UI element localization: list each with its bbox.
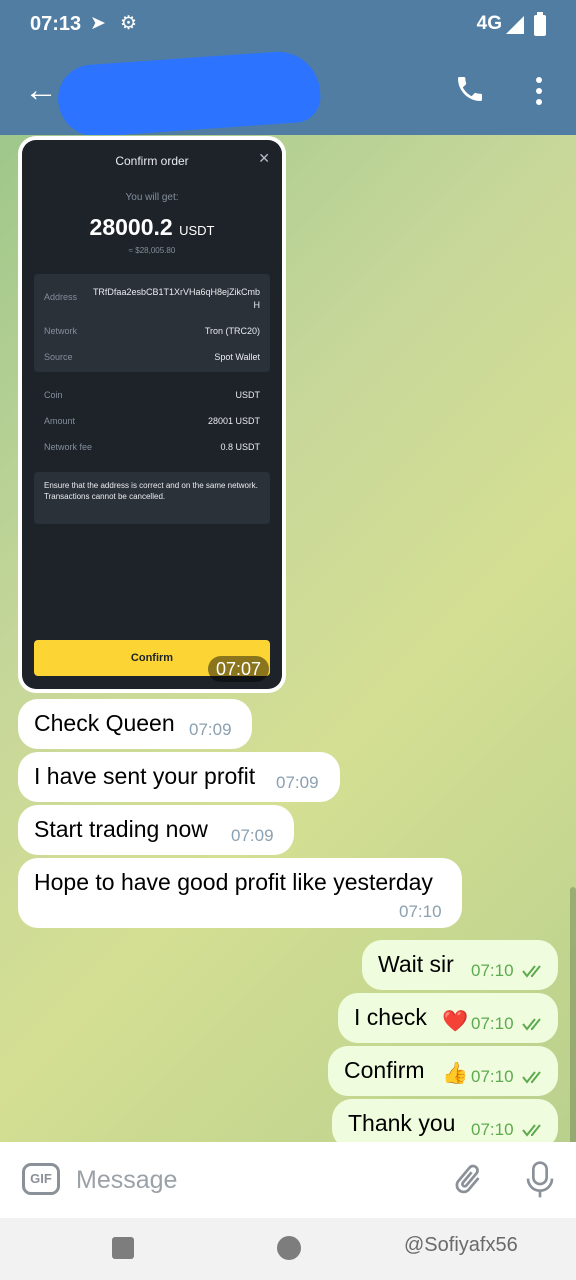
- amount-label: Amount: [44, 416, 76, 426]
- message-text: Check Queen: [34, 710, 175, 736]
- outgoing-message[interactable]: Wait sir 07:10: [362, 940, 558, 990]
- recent-apps-button[interactable]: [112, 1237, 134, 1259]
- signal-icon: [506, 16, 524, 34]
- status-time: 07:13: [30, 13, 82, 35]
- you-will-get-label: You will get:: [125, 192, 179, 203]
- message-text: I check: [354, 1004, 427, 1030]
- message-input-bar: GIF Message: [0, 1142, 576, 1218]
- home-button[interactable]: [277, 1236, 301, 1260]
- source-value: Spot Wallet: [214, 352, 260, 362]
- approx-value: ≈ $28,005.80: [128, 246, 176, 255]
- incoming-message[interactable]: Hope to have good profit like yesterday …: [18, 858, 462, 928]
- message-text: Confirm: [344, 1057, 425, 1083]
- redaction-scribble: [55, 48, 323, 140]
- coin-row: Coin USDT: [44, 390, 260, 400]
- amount-value: 28001 USDT: [207, 416, 260, 426]
- battery-icon: [534, 12, 546, 36]
- fee-label: Network fee: [44, 442, 93, 452]
- incoming-message[interactable]: Start trading now 07:09: [18, 805, 294, 855]
- message-text: Thank you: [348, 1110, 456, 1136]
- message-time: 07:09: [189, 720, 232, 739]
- address-value: TRfDfaa2esbCB1T1XrVHa6qH8ejZikCmbH: [92, 287, 260, 310]
- address-label: Address: [44, 292, 78, 302]
- settings-gear-icon: ⚙: [120, 13, 138, 34]
- message-text: Wait sir: [378, 951, 454, 977]
- message-text: Hope to have good profit like yesterday: [34, 869, 433, 895]
- incoming-message[interactable]: I have sent your profit 07:09: [18, 752, 340, 802]
- telegram-notification-icon: ➤: [90, 13, 106, 34]
- message-time: 07:10: [471, 1014, 514, 1033]
- amount-details-panel: Coin USDT Amount 28001 USDT Network fee …: [34, 382, 270, 466]
- thumbs-up-emoji-icon: 👍: [442, 1062, 469, 1085]
- coin-label: Coin: [44, 390, 63, 400]
- image-timestamp: 07:07: [208, 656, 270, 682]
- read-checkmarks-icon: [522, 1124, 541, 1137]
- message-time: 07:10: [399, 902, 442, 921]
- read-checkmarks-icon: [522, 965, 541, 978]
- message-time: 07:10: [471, 1120, 514, 1139]
- status-bar: 07:13 ➤ ⚙ 4G: [0, 0, 576, 50]
- network-value: Tron (TRC20): [204, 326, 260, 336]
- chat-header: ← online: [0, 48, 576, 140]
- source-row: Source Spot Wallet: [44, 352, 260, 362]
- outgoing-message[interactable]: I check ❤️ 07:10: [338, 993, 558, 1043]
- screenshot-title: Confirm order: [115, 154, 189, 168]
- system-nav-bar: @Sofiyafx56: [0, 1218, 576, 1280]
- watermark-text: @Sofiyafx56: [404, 1234, 518, 1256]
- receive-amount-value: 28000.2: [89, 214, 173, 240]
- back-arrow-icon[interactable]: ←: [24, 70, 58, 110]
- message-time: 07:10: [471, 1067, 514, 1086]
- fee-row: Network fee 0.8 USDT: [44, 442, 260, 452]
- source-label: Source: [44, 352, 73, 362]
- amount-row: Amount 28001 USDT: [44, 416, 260, 426]
- read-checkmarks-icon: [522, 1071, 541, 1084]
- message-time: 07:10: [471, 961, 514, 980]
- read-checkmarks-icon: [522, 1018, 541, 1031]
- confirm-order-screenshot[interactable]: Confirm order ✕ You will get: 28000.2 US…: [22, 140, 282, 689]
- phone-call-icon[interactable]: [454, 72, 486, 106]
- order-details-panel: Address TRfDfaa2esbCB1T1XrVHa6qH8ejZikCm…: [34, 274, 270, 372]
- incoming-message[interactable]: Check Queen 07:09: [18, 699, 252, 749]
- image-message[interactable]: Confirm order ✕ You will get: 28000.2 US…: [18, 136, 286, 693]
- coin-value: USDT: [235, 390, 261, 400]
- network-row: Network Tron (TRC20): [44, 326, 260, 336]
- network-label: Network: [44, 326, 78, 336]
- message-text: I have sent your profit: [34, 763, 256, 789]
- note-line-1: Ensure that the address is correct and o…: [44, 481, 258, 490]
- note-line-2: Transactions cannot be cancelled.: [44, 492, 166, 501]
- message-time: 07:09: [231, 826, 274, 845]
- more-menu-icon[interactable]: [528, 74, 550, 108]
- heart-emoji-icon: ❤️: [442, 1010, 469, 1033]
- fee-value: 0.8 USDT: [220, 442, 260, 452]
- outgoing-message[interactable]: Confirm 👍 07:10: [328, 1046, 558, 1096]
- screenshot-close-icon: ✕: [258, 150, 270, 166]
- gif-button[interactable]: GIF: [22, 1163, 60, 1195]
- message-input[interactable]: Message: [76, 1166, 177, 1195]
- attach-paperclip-icon[interactable]: [450, 1160, 486, 1200]
- receive-amount: 28000.2 USDT: [22, 214, 282, 241]
- message-text: Start trading now: [34, 816, 208, 842]
- message-time: 07:09: [276, 773, 319, 792]
- receive-amount-unit: USDT: [179, 223, 215, 238]
- network-type: 4G: [476, 13, 502, 34]
- warning-note: Ensure that the address is correct and o…: [34, 472, 270, 524]
- microphone-icon[interactable]: [524, 1160, 556, 1200]
